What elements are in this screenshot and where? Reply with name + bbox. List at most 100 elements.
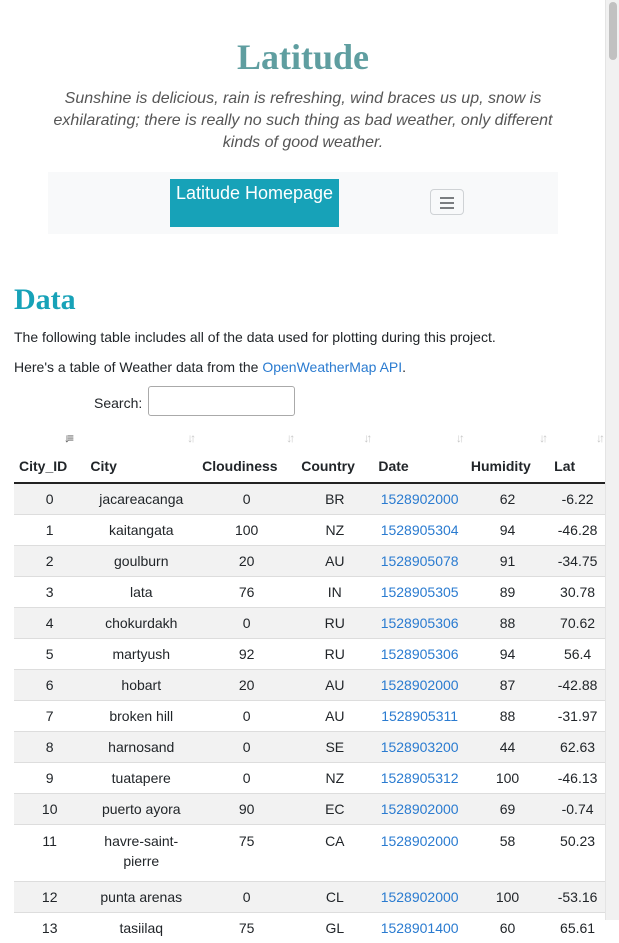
table-cell: 56.4 [549, 639, 606, 670]
column-header[interactable]: ↓↑Lat [549, 428, 606, 483]
tagline: Sunshine is delicious, rain is refreshin… [48, 88, 558, 154]
date-link[interactable]: 1528905311 [381, 708, 458, 724]
table-cell: 13 [14, 913, 85, 943]
date-link[interactable]: 1528902000 [381, 801, 459, 817]
table-cell: CL [296, 882, 373, 913]
column-header-label: Date [378, 458, 408, 474]
date-link[interactable]: 1528903200 [381, 739, 459, 755]
table-cell: punta arenas [85, 882, 197, 913]
date-link[interactable]: 1528902000 [381, 491, 459, 507]
table-cell: AU [296, 546, 373, 577]
date-link[interactable]: 1528901400 [381, 920, 459, 936]
table-cell: 1528905078 [373, 546, 466, 577]
hamburger-icon [440, 202, 454, 204]
table-cell: 88 [466, 701, 549, 732]
date-link[interactable]: 1528905306 [381, 646, 459, 662]
column-header[interactable]: ↓↑ Humidity [466, 428, 549, 483]
section-title: Data [14, 283, 76, 317]
table-cell: 91 [466, 546, 549, 577]
date-link[interactable]: 1528902000 [381, 889, 459, 905]
scrollbar[interactable] [605, 0, 619, 920]
sort-icon: ↓↑ [596, 431, 602, 445]
table-row: 6hobart20AU152890200087-42.88 [14, 670, 606, 701]
table-cell: 11 [14, 825, 85, 882]
table-cell: 50.23 [549, 825, 606, 882]
column-header-label: Humidity [471, 458, 531, 474]
column-header[interactable]: ↓≡ City_ID [14, 428, 85, 483]
table-cell: 94 [466, 515, 549, 546]
table-cell: 1528902000 [373, 483, 466, 515]
table-cell: 90 [197, 794, 296, 825]
table-cell: NZ [296, 515, 373, 546]
table-cell: 62 [466, 483, 549, 515]
table-cell: 62.63 [549, 732, 606, 763]
table-cell: 89 [466, 577, 549, 608]
table-cell: goulburn [85, 546, 197, 577]
table-cell: 1528905306 [373, 639, 466, 670]
column-header[interactable]: ↓↑Cloudiness [197, 428, 296, 483]
table-cell: EC [296, 794, 373, 825]
table-cell: 12 [14, 882, 85, 913]
column-header[interactable]: ↓↑ Country [296, 428, 373, 483]
date-link[interactable]: 1528905306 [381, 615, 459, 631]
sort-icon: ↓↑ [363, 431, 369, 445]
table-cell: 75 [197, 825, 296, 882]
column-header[interactable]: ↓↑ Date [373, 428, 466, 483]
table-cell: GL [296, 913, 373, 943]
table-cell: 0 [197, 882, 296, 913]
table-row: 12punta arenas0CL1528902000100-53.16 [14, 882, 606, 913]
table-row: 5martyush92RU15289053069456.4 [14, 639, 606, 670]
table-cell: 20 [197, 546, 296, 577]
table-row: 8harnosand0SE15289032004462.63 [14, 732, 606, 763]
column-header-label: Country [301, 458, 355, 474]
table-cell: RU [296, 608, 373, 639]
table-cell: 0 [197, 701, 296, 732]
date-link[interactable]: 1528905305 [381, 584, 459, 600]
table-cell: puerto ayora [85, 794, 197, 825]
intro-text: The following table includes all of the … [14, 329, 496, 345]
table-cell: martyush [85, 639, 197, 670]
table-cell: 60 [466, 913, 549, 943]
date-link[interactable]: 1528905078 [381, 553, 459, 569]
table-cell: broken hill [85, 701, 197, 732]
date-link[interactable]: 1528905304 [381, 522, 459, 538]
navbar-toggler-button[interactable] [430, 189, 464, 215]
table-cell: 30.78 [549, 577, 606, 608]
source-prefix: Here's a table of Weather data from the [14, 359, 262, 375]
sort-icon: ↓↑ [539, 431, 545, 445]
column-header-label: Cloudiness [202, 458, 277, 474]
table-cell: 0 [197, 483, 296, 515]
table-cell: 3 [14, 577, 85, 608]
homepage-brand-link[interactable]: Latitude Homepage [170, 179, 339, 227]
sort-ascending-icon: ↓≡ [64, 431, 71, 445]
date-link[interactable]: 1528905312 [381, 770, 459, 786]
table-cell: 1528905312 [373, 763, 466, 794]
date-link[interactable]: 1528902000 [381, 677, 459, 693]
date-link[interactable]: 1528902000 [381, 833, 459, 849]
table-cell: 69 [466, 794, 549, 825]
table-cell: 94 [466, 639, 549, 670]
column-header-label: City_ID [19, 458, 67, 474]
table-cell: lata [85, 577, 197, 608]
openweathermap-link[interactable]: OpenWeatherMap API [262, 359, 402, 375]
table-cell: CA [296, 825, 373, 882]
sort-icon: ↓↑ [456, 431, 462, 445]
table-cell: 1528905304 [373, 515, 466, 546]
search-input[interactable] [148, 386, 295, 416]
table-cell: AU [296, 701, 373, 732]
table-cell: tuatapere [85, 763, 197, 794]
table-row: 11havre-saint-pierre75CA15289020005850.2… [14, 825, 606, 882]
column-header[interactable]: ↓↑City [85, 428, 197, 483]
table-cell: -46.13 [549, 763, 606, 794]
hamburger-icon [440, 197, 454, 199]
table-cell: 100 [197, 515, 296, 546]
scrollbar-thumb[interactable] [609, 2, 617, 60]
table-cell: SE [296, 732, 373, 763]
hamburger-icon [440, 207, 454, 209]
table-cell: -6.22 [549, 483, 606, 515]
table-cell: 10 [14, 794, 85, 825]
table-row: 13tasiilaq75GL15289014006065.61 [14, 913, 606, 943]
table-cell: RU [296, 639, 373, 670]
table-cell: 0 [197, 763, 296, 794]
weather-data-table: ↓≡City_ID↓↑City↓↑Cloudiness↓↑Country↓↑Da… [14, 428, 606, 943]
